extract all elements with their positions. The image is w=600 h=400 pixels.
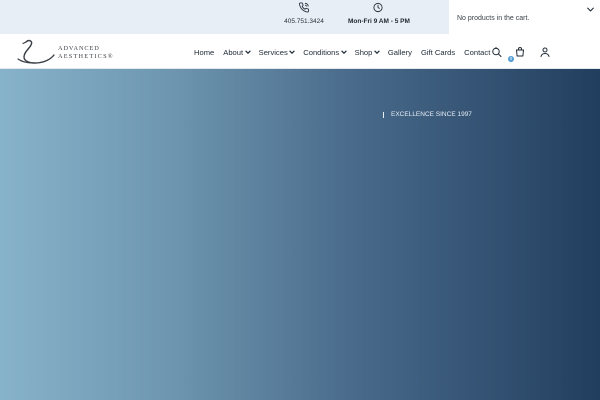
tagline-divider	[383, 111, 384, 118]
search-icon[interactable]	[491, 46, 503, 58]
nav-conditions-label: Conditions	[303, 47, 340, 57]
cart-icon[interactable]	[514, 46, 526, 58]
nav-services[interactable]: Services	[259, 48, 296, 57]
phone-contact[interactable]: 405.751.3424	[282, 0, 326, 34]
tagline-text: EXCELLENCE SINCE 1997	[391, 111, 472, 118]
nav-about[interactable]: About	[223, 47, 251, 57]
hours-text: Mon-Fri 9 AM - 5 PM	[348, 18, 410, 25]
nav-gallery[interactable]: Gallery	[388, 48, 412, 57]
hero-tagline: EXCELLENCE SINCE 1997	[383, 111, 472, 118]
mini-cart-dropdown: No products in the cart.	[449, 0, 600, 34]
site-header: ADVANCED AESTHETICS® Home About Services…	[0, 34, 600, 69]
user-icon[interactable]	[539, 46, 551, 58]
nav-about-label: About	[223, 47, 244, 57]
chevron-down-icon	[340, 50, 347, 54]
chevron-down-icon	[374, 50, 380, 54]
chevron-down-icon[interactable]	[587, 7, 594, 12]
nav-shop[interactable]: Shop	[355, 48, 380, 57]
swan-logo-icon	[17, 39, 55, 64]
phone-icon	[299, 2, 310, 13]
nav-conditions[interactable]: Conditions	[303, 47, 347, 57]
business-hours: Mon-Fri 9 AM - 5 PM	[348, 0, 410, 34]
chevron-down-icon	[289, 50, 296, 54]
nav-gift-cards[interactable]: Gift Cards	[421, 48, 455, 57]
logo-line-1: ADVANCED	[58, 45, 100, 52]
nav-services-label: Services	[258, 47, 288, 57]
hero-banner: EXCELLENCE SINCE 1997	[0, 69, 600, 400]
main-navigation: Home About Services Conditions Shop Gall…	[194, 47, 490, 57]
logo-line-2: AESTHETICS®	[58, 53, 114, 60]
site-logo[interactable]: ADVANCED AESTHETICS®	[16, 38, 121, 66]
clock-icon	[373, 2, 383, 13]
nav-contact[interactable]: Contact	[464, 48, 490, 57]
nav-shop-label: Shop	[354, 47, 373, 57]
phone-number: 405.751.3424	[284, 18, 324, 25]
chevron-down-icon	[244, 50, 251, 54]
empty-cart-message: No products in the cart.	[457, 15, 530, 22]
nav-home[interactable]: Home	[194, 48, 214, 57]
cart-count-badge: 0	[508, 56, 514, 62]
